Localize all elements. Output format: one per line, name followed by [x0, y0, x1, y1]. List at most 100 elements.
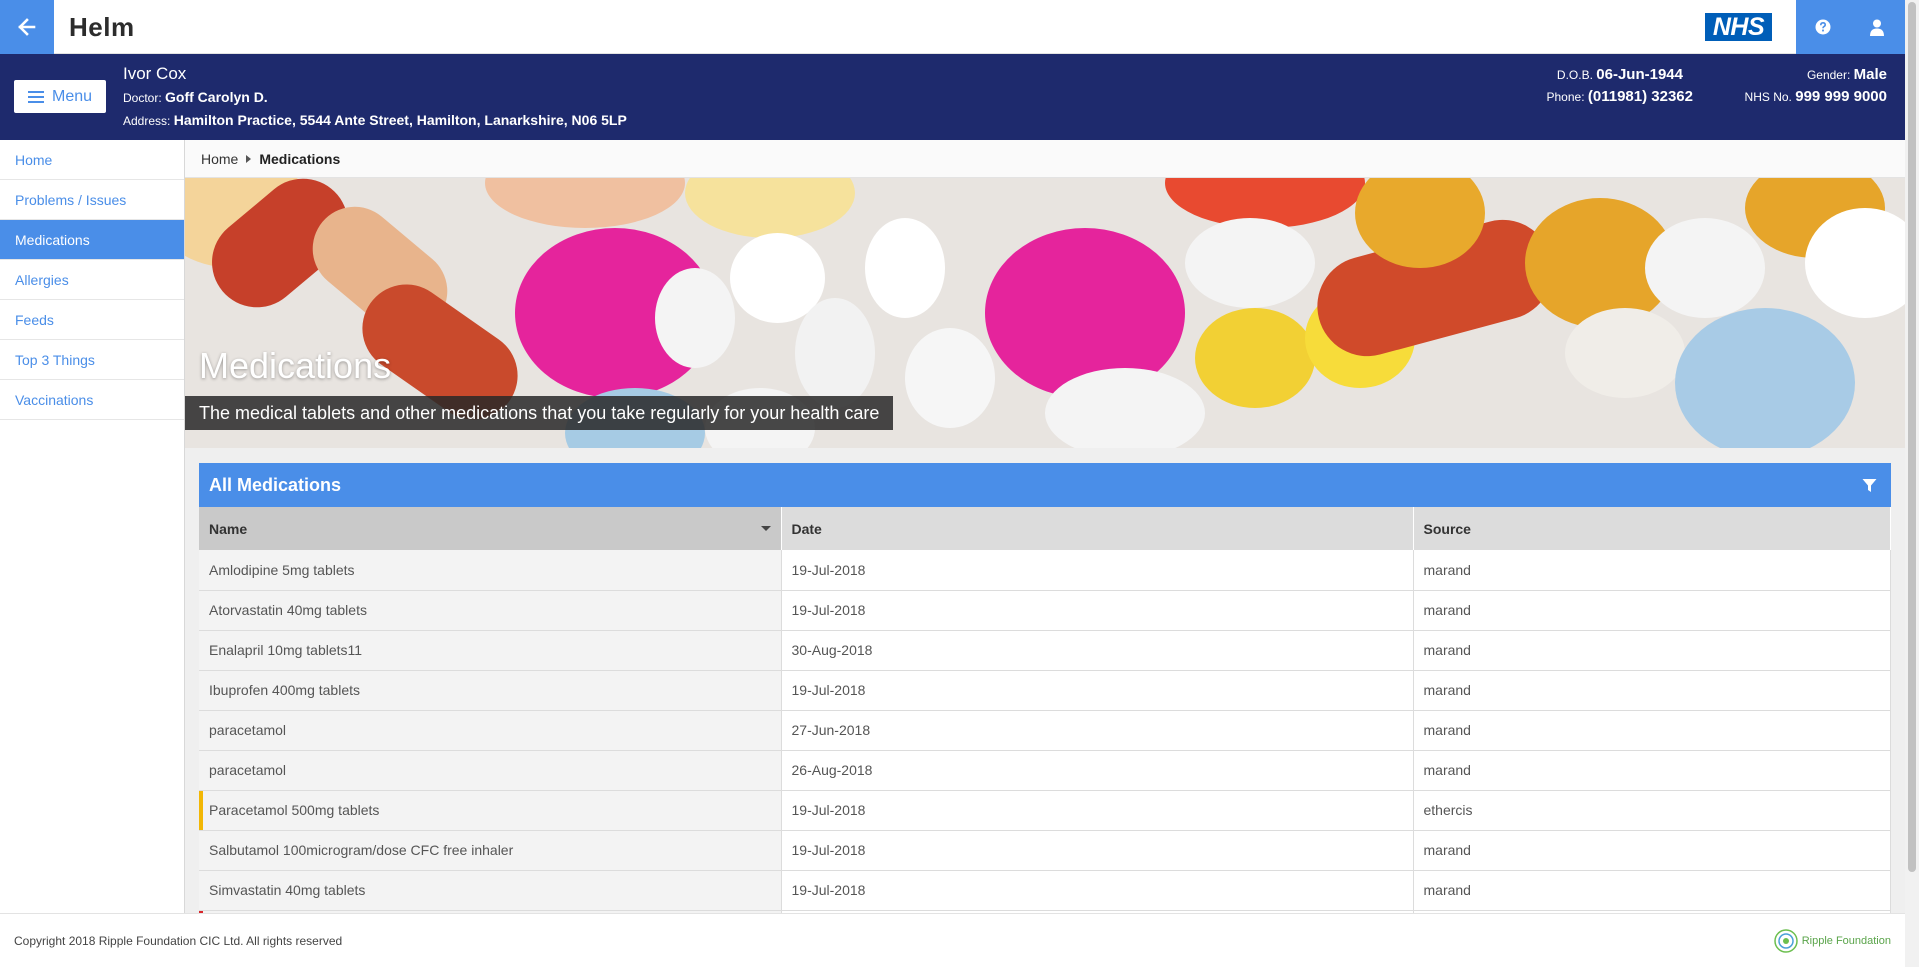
table-row[interactable]: paracetamol 27-Jun-2018 marand	[199, 710, 1891, 751]
sort-desc-icon	[760, 526, 771, 531]
cell-name: Salbutamol 100microgram/dose CFC free in…	[199, 830, 782, 871]
app-logo: Helm	[69, 12, 135, 42]
table-row[interactable]: paracetamol 26-Aug-2018 marand	[199, 750, 1891, 791]
sidebar-item-medications[interactable]: Medications	[0, 220, 184, 260]
table-row[interactable]: Atorvastatin 40mg tablets 19-Jul-2018 ma…	[199, 590, 1891, 631]
breadcrumb-home[interactable]: Home	[201, 151, 238, 167]
copyright-text: Copyright 2018 Ripple Foundation CIC Ltd…	[14, 933, 343, 948]
patient-phone: Phone: (011981) 32362	[1547, 88, 1694, 105]
cell-source: marand	[1413, 550, 1891, 591]
cell-source: marand	[1413, 630, 1891, 671]
hero-banner: Medications The medical tablets and othe…	[185, 178, 1905, 448]
cell-date: 30-Aug-2018	[781, 630, 1414, 671]
doctor-value: Goff Carolyn D.	[165, 89, 268, 105]
phone-label: Phone:	[1546, 90, 1585, 104]
filter-icon	[1862, 478, 1876, 492]
table-row[interactable]: Simvastatin 40mg tablets 19-Jul-2018 mar…	[199, 870, 1891, 911]
cell-source: marand	[1413, 710, 1891, 751]
address-label: Address:	[123, 114, 171, 128]
column-header-date-label: Date	[791, 520, 822, 537]
hero-title: Medications	[199, 345, 392, 386]
phone-value: (011981) 32362	[1587, 88, 1693, 105]
cell-date: 19-Jul-2018	[781, 870, 1414, 911]
footer: Copyright 2018 Ripple Foundation CIC Ltd…	[0, 913, 1905, 967]
main-content: Home Medications Medications The medical…	[185, 140, 1905, 913]
patient-address: Address: Hamilton Practice, 5544 Ante St…	[123, 112, 627, 128]
cell-date: 27-Jun-2018	[781, 710, 1414, 751]
cell-name: paracetamol	[199, 750, 782, 791]
panel-title: All Medications	[209, 474, 342, 495]
table-row[interactable]: Paracetamol 500mg tablets 19-Jul-2018 et…	[199, 790, 1891, 831]
patient-nhs-number: NHS No. 999 999 9000	[1745, 88, 1887, 105]
panel-header: All Medications	[199, 463, 1891, 507]
ripple-foundation-logo: Ripple Foundation	[1773, 928, 1891, 954]
doctor-label: Doctor:	[123, 91, 162, 105]
menu-button[interactable]: Menu	[14, 80, 106, 113]
cell-date: 26-Aug-2018	[781, 750, 1414, 791]
nhs-value: 999 999 9000	[1795, 88, 1887, 105]
gender-value: Male	[1853, 66, 1887, 83]
cell-name: Amlodipine 5mg tablets	[199, 550, 782, 591]
help-button[interactable]	[1796, 0, 1850, 54]
cell-source: marand	[1413, 750, 1891, 791]
sidebar-item-home[interactable]: Home	[0, 140, 184, 180]
table-row[interactable]: Salbutamol 100microgram/dose CFC free in…	[199, 830, 1891, 871]
breadcrumb-caret-icon	[246, 154, 252, 163]
cell-date: 19-Jul-2018	[781, 790, 1414, 831]
back-button[interactable]	[0, 0, 54, 54]
column-header-source[interactable]: Source	[1413, 507, 1891, 550]
menu-label: Menu	[51, 87, 93, 105]
cell-name: Simvastatin 40mg tablets	[199, 870, 782, 911]
medications-table: Name Date Source Amlodipine 5mg tablets …	[199, 507, 1891, 913]
patient-name: Ivor Cox	[123, 64, 187, 83]
table-header-row: Name Date Source	[199, 507, 1891, 550]
nhs-logo: NHS	[1705, 13, 1772, 41]
nhs-label: NHS No.	[1744, 90, 1792, 104]
ripple-logo-icon	[1773, 928, 1798, 953]
question-circle-icon	[1815, 19, 1831, 35]
dob-label: D.O.B.	[1556, 68, 1593, 82]
cell-name: Ibuprofen 400mg tablets	[199, 670, 782, 711]
table-row[interactable]: Amlodipine 5mg tablets 19-Jul-2018 maran…	[199, 550, 1891, 591]
patient-doctor: Doctor: Goff Carolyn D.	[123, 89, 268, 105]
patient-banner: Menu Ivor Cox Doctor: Goff Carolyn D. Ad…	[0, 54, 1905, 140]
sidebar-item-feeds[interactable]: Feeds	[0, 300, 184, 340]
cell-date: 19-Jul-2018	[781, 670, 1414, 711]
table-row[interactable]: Enalapril 10mg tablets11 30-Aug-2018 mar…	[199, 630, 1891, 671]
gender-label: Gender:	[1806, 68, 1851, 82]
page-scrollbar[interactable]	[1905, 0, 1919, 967]
patient-gender: Gender: Male	[1807, 66, 1887, 83]
address-value: Hamilton Practice, 5544 Ante Street, Ham…	[173, 112, 627, 128]
breadcrumb: Home Medications	[185, 140, 1905, 178]
dob-value: 06-Jun-1944	[1596, 66, 1683, 83]
cell-name: paracetamol	[199, 710, 782, 751]
column-header-name[interactable]: Name	[199, 507, 782, 550]
cell-date: 19-Jul-2018	[781, 550, 1414, 591]
top-bar: Helm NHS	[0, 0, 1905, 54]
top-actions	[1796, 0, 1905, 54]
cell-source: marand	[1413, 870, 1891, 911]
cell-source: marand	[1413, 830, 1891, 871]
cell-source: ethercis	[1413, 790, 1891, 831]
cell-name: Atorvastatin 40mg tablets	[199, 590, 782, 631]
column-header-date[interactable]: Date	[781, 507, 1414, 550]
sidebar-item-vaccinations[interactable]: Vaccinations	[0, 380, 184, 420]
patient-dob: D.O.B. 06-Jun-1944	[1557, 66, 1683, 83]
column-header-source-label: Source	[1423, 520, 1471, 537]
sidebar-item-top-3-things[interactable]: Top 3 Things	[0, 340, 184, 380]
user-button[interactable]	[1850, 0, 1904, 54]
scrollbar-thumb[interactable]	[1908, 2, 1916, 872]
table-row[interactable]: Ibuprofen 400mg tablets 19-Jul-2018 mara…	[199, 670, 1891, 711]
sidebar-item-problems[interactable]: Problems / Issues	[0, 180, 184, 220]
hamburger-icon	[27, 90, 44, 103]
filter-button[interactable]	[1857, 473, 1881, 497]
cell-source: marand	[1413, 670, 1891, 711]
sidebar: Home Problems / Issues Medications Aller…	[0, 140, 185, 913]
hero-subtitle: The medical tablets and other medication…	[185, 396, 894, 430]
medications-panel: All Medications Name Date Source Amlodip…	[199, 463, 1891, 913]
ripple-brand-text: Ripple Foundation	[1801, 934, 1891, 947]
user-icon	[1870, 19, 1884, 36]
cell-name: Paracetamol 500mg tablets	[199, 790, 782, 831]
sidebar-item-allergies[interactable]: Allergies	[0, 260, 184, 300]
cell-name: Enalapril 10mg tablets11	[199, 630, 782, 671]
